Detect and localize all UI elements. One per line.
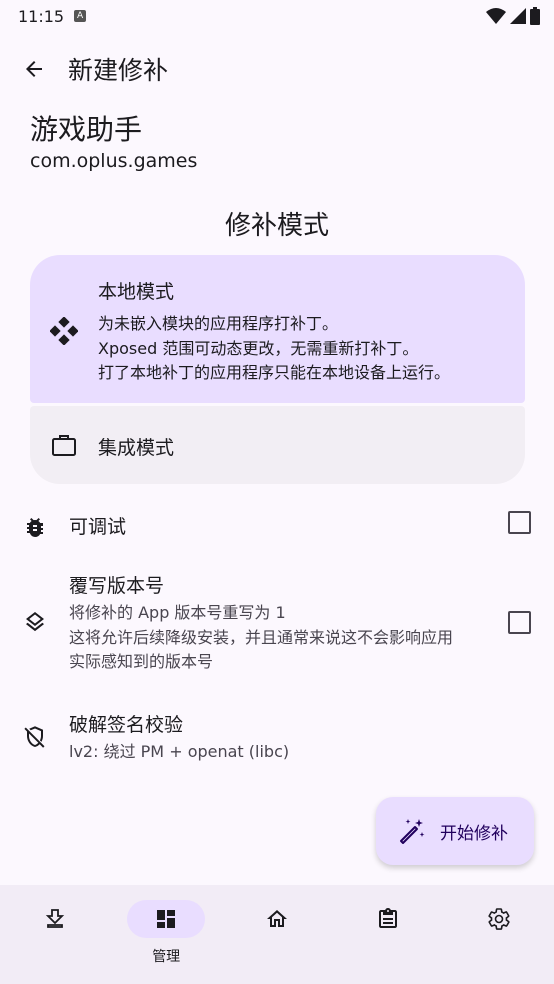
nav-home-pill — [238, 900, 316, 938]
start-patch-label: 开始修补 — [440, 823, 508, 844]
debuggable-checkbox[interactable] — [508, 511, 531, 534]
battery-icon — [530, 7, 540, 25]
nav-item-manage[interactable]: 管理 — [116, 885, 216, 984]
nav-logs-pill — [349, 900, 427, 938]
option-signature-bypass-label: 破解签名校验 — [69, 714, 184, 736]
clipboard-icon — [378, 908, 397, 928]
nav-download-pill — [16, 900, 94, 938]
status-time: 11:15 — [18, 6, 65, 26]
download-icon — [46, 909, 65, 928]
nav-manage-label: 管理 — [152, 949, 181, 965]
wifi-icon — [486, 8, 506, 24]
status-bar: 11:15 A — [0, 0, 554, 32]
mode-integrated-label: 集成模式 — [98, 437, 175, 459]
nav-manage-pill — [127, 900, 206, 938]
bug-icon — [21, 513, 49, 541]
override-desc-line: 将修补的 App 版本号重写为 1 — [69, 603, 286, 622]
page-title: 新建修补 — [68, 56, 169, 85]
work-icon — [50, 431, 78, 459]
nav-settings-pill — [460, 900, 538, 938]
top-app-bar: 新建修补 — [0, 44, 554, 94]
app-name: 游戏助手 — [30, 113, 143, 146]
option-override-version-description: 将修补的 App 版本号重写为 1 这将允许后续降级安装，并且通常来说这不会影响… — [69, 601, 453, 675]
option-signature-bypass-value: lv2: 绕过 PM + openat (libc) — [69, 742, 290, 761]
shield-off-icon — [21, 723, 49, 751]
dashboard-icon — [157, 910, 176, 928]
nav-item-download[interactable] — [5, 885, 105, 984]
nav-item-settings[interactable] — [449, 885, 549, 984]
nav-item-logs[interactable] — [338, 885, 438, 984]
override-desc-line: 实际感知到的版本号 — [69, 652, 214, 671]
patch-mode-selector: 本地模式 为未嵌入模块的应用程序打补丁。 Xposed 范围可动态更改，无需重新… — [30, 255, 525, 484]
option-debuggable-label: 可调试 — [69, 516, 127, 538]
bottom-navigation: 管理 — [0, 885, 554, 984]
patch-mode-title: 修补模式 — [224, 211, 329, 241]
package-name: com.oplus.games — [30, 150, 198, 172]
arrow-back-icon — [26, 61, 42, 77]
home-icon — [266, 910, 287, 927]
start-patch-button[interactable]: 开始修补 — [376, 797, 534, 865]
apps-icon — [50, 317, 78, 345]
mode-local-desc-line: 打了本地补丁的应用程序只能在本地设备上运行。 — [98, 363, 451, 382]
magic-wand-icon — [400, 819, 425, 844]
mode-integrated-option[interactable]: 集成模式 — [30, 406, 525, 484]
back-button[interactable] — [12, 47, 56, 91]
mode-local-desc-line: Xposed 范围可动态更改，无需重新打补丁。 — [98, 338, 419, 358]
gear-icon — [488, 908, 510, 930]
option-override-version[interactable]: 覆写版本号 将修补的 App 版本号重写为 1 这将允许后续降级安装，并且通常来… — [0, 566, 554, 676]
mode-local-label: 本地模式 — [98, 281, 175, 303]
option-override-version-label: 覆写版本号 — [69, 575, 165, 597]
mode-local-desc-line: 为未嵌入模块的应用程序打补丁。 — [98, 314, 339, 333]
signal-icon — [510, 8, 526, 24]
override-desc-line: 这将允许后续降级安装，并且通常来说这不会影响应用 — [69, 627, 454, 647]
option-signature-bypass[interactable]: 破解签名校验 lv2: 绕过 PM + openat (libc) — [0, 705, 554, 770]
layers-icon — [21, 608, 49, 636]
nav-item-home[interactable] — [227, 885, 327, 984]
status-icons — [486, 7, 540, 25]
override-version-checkbox[interactable] — [508, 611, 531, 634]
option-debuggable[interactable]: 可调试 — [0, 505, 554, 545]
mode-local-description: 为未嵌入模块的应用程序打补丁。 Xposed 范围可动态更改，无需重新打补丁。 … — [98, 312, 450, 386]
mode-local-option[interactable]: 本地模式 为未嵌入模块的应用程序打补丁。 Xposed 范围可动态更改，无需重新… — [30, 255, 525, 403]
notification-icon: A — [74, 10, 87, 22]
